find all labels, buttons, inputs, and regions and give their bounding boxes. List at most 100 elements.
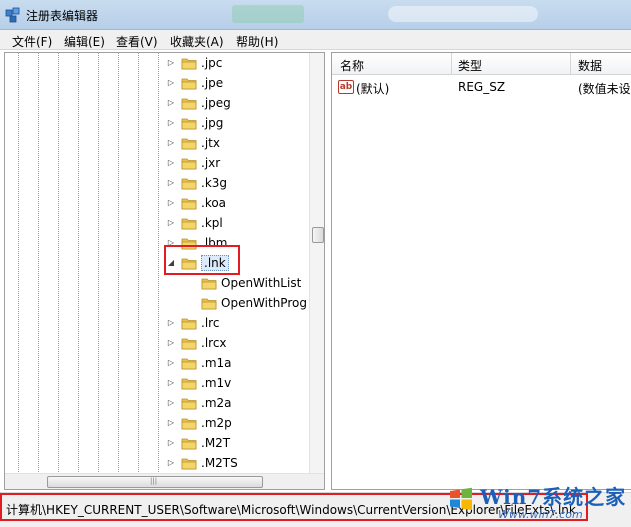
collapsed-arrow-icon[interactable]: ▷ [165,137,177,149]
window-title: 注册表编辑器 [26,9,99,23]
folder-icon [201,296,217,310]
tree-item-label: .lbm [201,236,228,250]
tree-item[interactable]: ▷ .lbm [5,234,305,254]
tree-item[interactable]: ▷ .jpg [5,114,305,134]
tree-item-label: .lrc [201,316,220,330]
column-header-type[interactable]: 类型 [458,57,482,74]
menu-edit[interactable]: 编辑(E) [64,33,105,50]
collapsed-arrow-icon[interactable]: ▷ [165,57,177,69]
tree-item-label: OpenWithList [221,276,302,290]
tree-item[interactable]: ▷ .m2a [5,394,305,414]
collapsed-arrow-icon[interactable]: ▷ [165,177,177,189]
tree-item[interactable]: ▷ .jtx [5,134,305,154]
collapsed-arrow-icon[interactable]: ▷ [165,417,177,429]
folder-icon [181,116,197,130]
tree-item-label: .lnk [201,255,229,271]
folder-icon [181,96,197,110]
tree-item-label: .m2p [201,416,232,430]
background-search-ghost [388,6,538,22]
folder-icon [181,56,197,70]
folder-icon [181,136,197,150]
collapsed-arrow-icon[interactable]: ▷ [165,377,177,389]
collapsed-arrow-icon[interactable]: ▷ [165,77,177,89]
folder-icon [181,316,197,330]
folder-icon [181,256,197,270]
collapsed-arrow-icon[interactable]: ▷ [165,457,177,469]
tree-item[interactable]: ▷ .k3g [5,174,305,194]
collapsed-arrow-icon[interactable]: ▷ [165,357,177,369]
folder-icon [181,376,197,390]
folder-icon [201,276,217,290]
value-name: (默认) [356,82,390,96]
tree-item[interactable]: ▷ .M2TS [5,454,305,474]
tree-item[interactable]: ▷ .jpeg [5,94,305,114]
folder-icon [181,396,197,410]
tree-item[interactable]: ▷ .m2p [5,414,305,434]
collapsed-arrow-icon[interactable]: ▷ [165,397,177,409]
tree-horizontal-scrollbar[interactable]: ||| [5,473,324,489]
tree-item[interactable]: ▷ .koa [5,194,305,214]
tree-item-label: .k3g [201,176,228,190]
menu-help[interactable]: 帮助(H) [236,33,278,50]
tree-item-label: .m1a [201,356,232,370]
column-separator[interactable] [451,53,452,75]
folder-icon [181,76,197,90]
site-watermark: Win7系统之家 Www.win7.com [440,480,630,526]
column-separator[interactable] [570,53,571,75]
registry-tree[interactable]: ▷ .jpc ▷ .jpe ▷ .jpeg ▷ .jpg ▷ .jtx ▷ .jxr ▷ .k3g ▷ .ko… [4,52,325,490]
value-type: REG_SZ [458,80,506,94]
tree-vertical-scroll-thumb[interactable] [312,227,324,243]
collapsed-arrow-icon[interactable]: ▷ [165,237,177,249]
scroll-grip-icon: ||| [150,477,158,485]
collapsed-arrow-icon[interactable]: ▷ [165,97,177,109]
tree-item[interactable]: ▷ .lrcx [5,334,305,354]
tree-item[interactable]: ▷ .m1v [5,374,305,394]
folder-icon [181,356,197,370]
value-row[interactable]: ab (默认) REG_SZ (数值未设 [332,77,631,97]
tree-item[interactable]: ◢ .lnk [5,254,305,274]
tree-item[interactable]: ▷ .jpe [5,74,305,94]
watermark-text: Win7系统之家 [480,485,627,509]
tree-item-label: .jpeg [201,96,231,110]
watermark-subtext: Www.win7.com [498,508,583,521]
collapsed-arrow-icon[interactable]: ▷ [165,337,177,349]
tree-item[interactable]: OpenWithProg [5,294,307,314]
menu-view[interactable]: 查看(V) [116,33,158,50]
tree-item[interactable]: ▷ .jxr [5,154,305,174]
collapsed-arrow-icon[interactable]: ▷ [165,197,177,209]
tree-item[interactable]: ▷ .jpc [5,54,305,74]
string-value-icon: ab [338,80,354,94]
collapsed-arrow-icon[interactable]: ▷ [165,117,177,129]
tree-item-label: .jpc [201,56,223,70]
value-data: (数值未设 [578,82,631,96]
column-header-name[interactable]: 名称 [340,57,364,74]
tree-item[interactable]: ▷ .kpl [5,214,305,234]
menu-favorites[interactable]: 收藏夹(A) [170,33,224,50]
folder-icon [181,236,197,250]
folder-icon [181,196,197,210]
title-bar: 注册表编辑器 [0,0,631,30]
tree-item-label: .jxr [201,156,221,170]
tree-item-label: .jpg [201,116,224,130]
collapsed-arrow-icon[interactable]: ▷ [165,157,177,169]
collapsed-arrow-icon[interactable]: ▷ [165,317,177,329]
column-header-data[interactable]: 数据 [578,57,602,74]
tree-item[interactable]: OpenWithList [5,274,305,294]
folder-icon [181,456,197,470]
tree-item[interactable]: ▷ .m1a [5,354,305,374]
collapsed-arrow-icon[interactable]: ▷ [165,217,177,229]
windows-logo-icon [450,487,472,510]
folder-icon [181,416,197,430]
tree-vertical-scrollbar[interactable] [309,53,324,473]
collapsed-arrow-icon[interactable]: ▷ [165,437,177,449]
menu-file[interactable]: 文件(F) [12,33,52,50]
tree-item[interactable]: ▷ .lrc [5,314,305,334]
tree-item[interactable]: ▷ .M2T [5,434,305,454]
tree-item-label: OpenWithProg [221,296,307,310]
tree-item-label: .M2TS [201,456,238,470]
folder-icon [181,216,197,230]
expanded-arrow-icon[interactable]: ◢ [165,257,177,269]
menu-bar: 文件(F) 编辑(E) 查看(V) 收藏夹(A) 帮助(H) [0,30,631,50]
list-header: 名称 类型 数据 [332,53,631,75]
values-list[interactable]: 名称 类型 数据 ab (默认) REG_SZ (数值未设 [331,52,631,490]
